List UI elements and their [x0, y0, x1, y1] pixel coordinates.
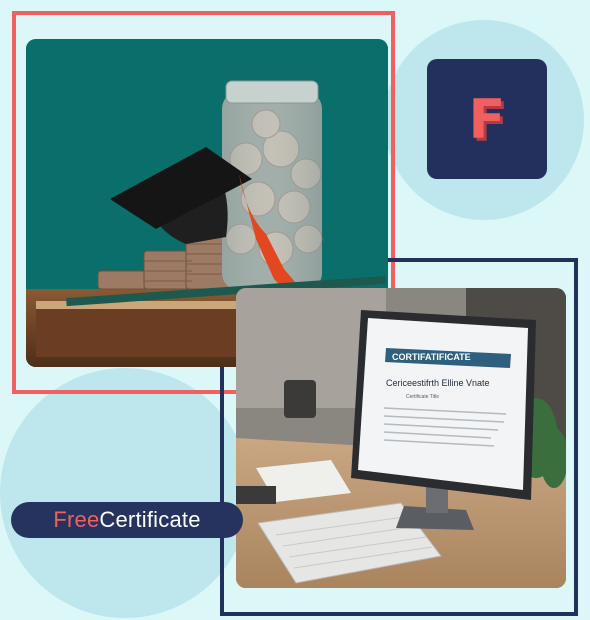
brand-pill: Free Certificate: [11, 502, 243, 538]
screen-banner: CORTIFATIFICATE: [392, 352, 471, 362]
bg-circle-bottom-left: [0, 368, 250, 618]
brand-name-certificate: Certificate: [99, 507, 201, 532]
logo-badge: F: [427, 59, 547, 179]
brand-name-free: Free: [53, 507, 100, 532]
desk-monitor-photo: CORTIFATIFICATE Cericeestifrth Elline Vn…: [236, 288, 566, 588]
screen-title: Cericeestifrth Elline Vnate: [386, 378, 490, 388]
logo-letter: F: [468, 87, 506, 151]
screen-subtitle: Certificate Title: [406, 394, 439, 400]
